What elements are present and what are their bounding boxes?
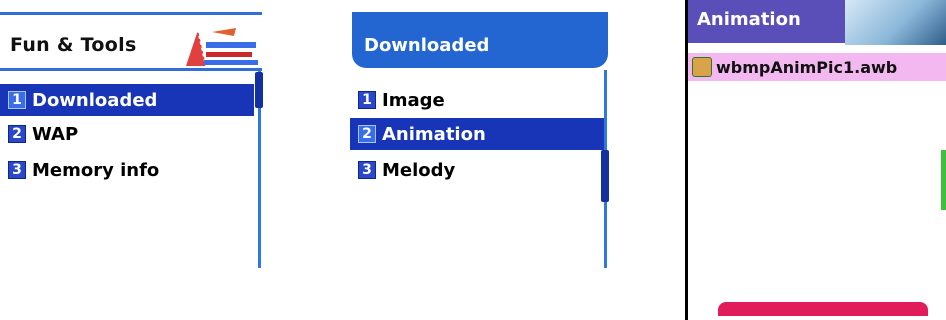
menu-item-animation[interactable]: 2 Animation [350,118,604,150]
scroll-indicator [941,150,946,210]
screen-border [685,0,688,320]
animation-file-icon [692,57,712,77]
number-badge: 1 [358,91,376,109]
downloaded-screen: Downloaded 1 Image 2 Animation 3 Melody [350,0,620,280]
tools-graphic-icon [186,28,258,67]
softkey-bar[interactable] [718,302,928,316]
number-badge: 3 [358,161,376,179]
number-badge: 1 [8,91,26,109]
menu-item-melody[interactable]: 3 Melody [350,154,604,186]
top-divider [0,12,262,15]
menu-item-wap[interactable]: 2 WAP [0,118,254,150]
scrollbar-thumb[interactable] [255,72,263,108]
menu-item-label: Image [382,89,445,111]
menu-item-image[interactable]: 1 Image [350,84,604,116]
menu-item-memory-info[interactable]: 3 Memory info [0,154,254,186]
header-photo-icon [845,0,946,45]
scrollbar-thumb[interactable] [601,150,609,202]
number-badge: 2 [8,125,26,143]
menu-item-label: Downloaded [32,89,158,111]
menu-item-label: WAP [32,123,79,145]
menu-item-label: Memory info [32,159,160,181]
menu-item-label: Melody [382,159,456,181]
fun-tools-screen: Fun & Tools 1 Downloaded 2 WAP 3 Memory … [0,0,270,280]
animation-screen: Animation wbmpAnimPic1.awb [685,0,946,320]
menu-item-label: Animation [382,123,486,145]
file-list-item[interactable]: wbmpAnimPic1.awb [688,53,946,81]
menu-item-downloaded[interactable]: 1 Downloaded [0,84,254,116]
screen-title: Animation [697,9,801,30]
file-name: wbmpAnimPic1.awb [716,57,898,77]
screen-title: Fun & Tools [10,34,137,56]
number-badge: 3 [8,161,26,179]
title-divider [0,68,262,71]
number-badge: 2 [358,125,376,143]
screen-title: Downloaded [364,35,490,56]
